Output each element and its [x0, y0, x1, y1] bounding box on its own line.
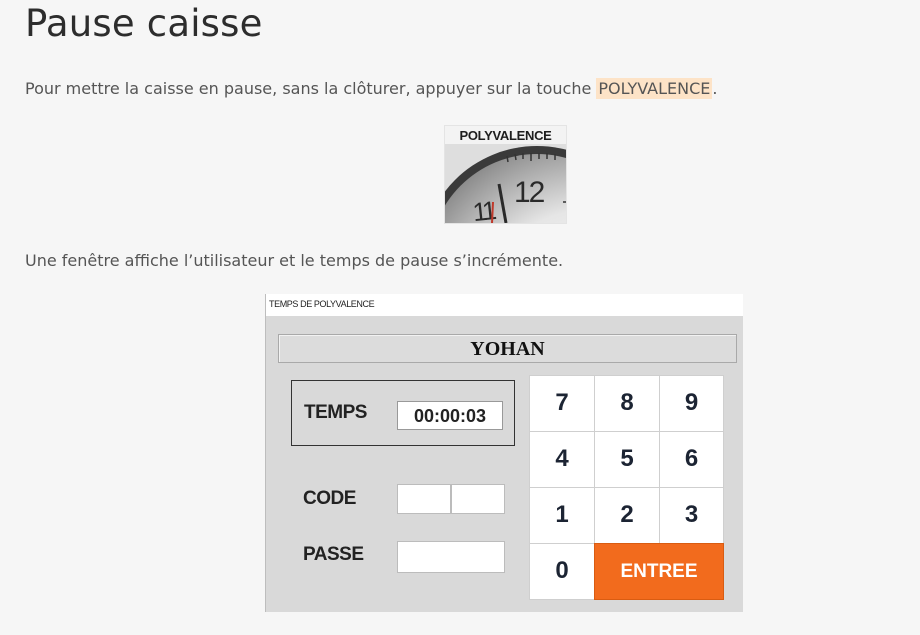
key-2[interactable]: 2 — [594, 487, 660, 544]
temps-label: TEMPS — [304, 402, 367, 423]
key-0-label: 0 — [555, 557, 569, 584]
key-5[interactable]: 5 — [594, 431, 660, 488]
window-titlebar: TEMPS DE POLYVALENCE — [266, 294, 743, 316]
code-field-left[interactable] — [397, 484, 451, 514]
key-1-label: 1 — [555, 501, 569, 528]
key-highlight: POLYVALENCE — [596, 78, 713, 99]
key-9-label: 9 — [684, 389, 699, 416]
user-name: YOHAN — [470, 338, 545, 360]
key-8-label: 8 — [620, 389, 634, 416]
temps-field: 00:00:03 — [397, 401, 503, 430]
enter-button-label: ENTREE — [620, 561, 698, 582]
intro-text: Pour mettre la caisse en pause, sans la … — [25, 79, 597, 98]
key-3[interactable]: 3 — [659, 487, 724, 544]
window-title: TEMPS DE POLYVALENCE — [269, 299, 375, 309]
passe-label: PASSE — [303, 544, 364, 565]
intro-end: . — [712, 79, 718, 98]
intro-paragraph: Pour mettre la caisse en pause, sans la … — [25, 78, 718, 99]
key-7-label: 7 — [555, 389, 569, 416]
key-6-label: 6 — [684, 445, 699, 472]
temps-value: 00:00:03 — [413, 406, 487, 426]
user-bar: YOHAN — [278, 334, 737, 363]
key-4-label: 4 — [555, 445, 569, 472]
code-field-right[interactable] — [451, 484, 505, 514]
key-7[interactable]: 7 — [529, 375, 595, 432]
page-title: Pause caisse — [25, 2, 263, 45]
key-4[interactable]: 4 — [529, 431, 595, 488]
passe-field[interactable] — [397, 541, 505, 573]
key-6[interactable]: 6 — [659, 431, 724, 488]
key-0[interactable]: 0 — [529, 543, 595, 600]
key-1[interactable]: 1 — [529, 487, 595, 544]
polyvalence-key-image: POLYVALENCE 12 11 — [444, 125, 567, 224]
key-3-label: 3 — [684, 501, 699, 528]
key-2-label: 2 — [620, 501, 634, 528]
svg-text:12: 12 — [514, 176, 545, 209]
time-box: TEMPS 00:00:03 — [291, 380, 515, 446]
code-label: CODE — [303, 488, 356, 509]
enter-button[interactable]: ENTREE — [594, 543, 724, 600]
clock-icon: 12 11 — [445, 144, 566, 223]
pause-window: TEMPS DE POLYVALENCE YOHAN TEMPS 00:00:0… — [265, 294, 743, 612]
key-5-label: 5 — [620, 445, 634, 472]
key-9[interactable]: 9 — [659, 375, 724, 432]
key-8[interactable]: 8 — [594, 375, 660, 432]
window-description: Une fenêtre affiche l’utilisateur et le … — [25, 251, 564, 270]
polyvalence-key-label: POLYVALENCE — [459, 128, 552, 143]
